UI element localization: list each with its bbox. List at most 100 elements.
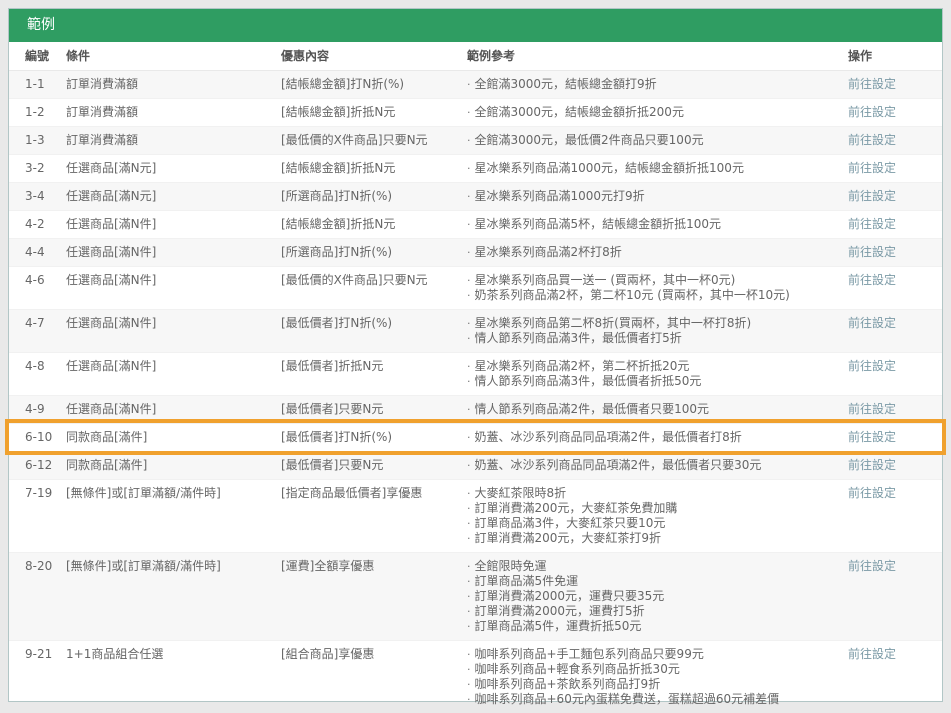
go-to-settings-link[interactable]: 前往設定	[848, 430, 896, 444]
go-to-settings-link[interactable]: 前往設定	[848, 105, 896, 119]
table-row: 7-19 [無條件]或[訂單滿額/滿件時] [指定商品最低價者]享優惠 ·大麥紅…	[9, 479, 942, 552]
promo-examples-panel: 範例 編號 條件 優惠內容 範例參考 操作 1-1 訂單消費滿額 [結帳總金額]…	[8, 8, 943, 702]
bullet-icon: ·	[467, 161, 471, 176]
content-cell: [組合商品]享優惠	[281, 647, 467, 707]
example-item: ·咖啡系列商品+60元內蛋糕免費送，蛋糕超過60元補差價	[467, 692, 838, 707]
table-row: 6-12 同款商品[滿件] [最低價者]只要N元 ·奶蓋、冰沙系列商品同品項滿2…	[9, 451, 942, 479]
content-cell: [所選商品]打N折(%)	[281, 189, 467, 204]
bullet-icon: ·	[467, 105, 471, 120]
row-id-cell: 4-6	[25, 273, 66, 303]
content-cell: [最低價者]只要N元	[281, 458, 467, 473]
go-to-settings-link[interactable]: 前往設定	[848, 647, 896, 661]
bullet-icon: ·	[467, 662, 471, 677]
example-list: ·星冰樂系列商品滿1000元打9折	[467, 189, 848, 204]
action-cell: 前往設定	[848, 430, 926, 445]
content-cell: [結帳總金額]折抵N元	[281, 161, 467, 176]
condition-cell: 訂單消費滿額	[66, 77, 281, 92]
condition-cell: 任選商品[滿N件]	[66, 402, 281, 417]
example-item: · 星冰樂系列商品滿1000元，結帳總金額折抵100元	[467, 161, 838, 176]
example-item: ·全館限時免運	[467, 559, 838, 574]
action-cell: 前往設定	[848, 458, 926, 473]
action-cell: 前往設定	[848, 486, 926, 546]
example-item: ·星冰樂系列商品第二杯8折(買兩杯，其中一杯打8折)	[467, 316, 838, 331]
go-to-settings-link[interactable]: 前往設定	[848, 217, 896, 231]
example-item: ·星冰樂系列商品滿1000元打9折	[467, 189, 838, 204]
bullet-icon: ·	[467, 516, 471, 531]
go-to-settings-link[interactable]: 前往設定	[848, 77, 896, 91]
example-item: ·訂單消費滿200元，大麥紅茶打9折	[467, 531, 838, 546]
table-row: 1-1 訂單消費滿額 [結帳總金額]打N折(%) ·全館滿3000元，結帳總金額…	[9, 71, 942, 98]
go-to-settings-link[interactable]: 前往設定	[848, 245, 896, 259]
example-item: · 大麥紅茶限時8折	[467, 486, 838, 501]
go-to-settings-link[interactable]: 前往設定	[848, 402, 896, 416]
example-text: 情人節系列商品滿3件，最低價者打5折	[475, 331, 682, 346]
row-id-cell: 4-9	[25, 402, 66, 417]
row-id-cell: 4-4	[25, 245, 66, 260]
row-id-cell: 4-8	[25, 359, 66, 389]
example-text: 星冰樂系列商品滿1000元，結帳總金額折抵100元	[475, 161, 744, 176]
example-text: 訂單消費滿200元，大麥紅茶免費加購	[475, 501, 678, 516]
content-cell: [所選商品]打N折(%)	[281, 245, 467, 260]
content-cell: [最低價者]折抵N元	[281, 359, 467, 389]
example-text: 咖啡系列商品+手工麵包系列商品只要99元	[475, 647, 704, 662]
table-row: 4-7 任選商品[滿N件] [最低價者]打N折(%) ·星冰樂系列商品第二杯8折…	[9, 309, 942, 352]
example-item: ·星冰樂系列商品買一送一 (買兩杯，其中一杯0元)	[467, 273, 838, 288]
condition-cell: 1+1商品組合任選	[66, 647, 281, 707]
content-cell: [指定商品最低價者]享優惠	[281, 486, 467, 546]
example-item: ·奶蓋、冰沙系列商品同品項滿2件，最低價者只要30元	[467, 458, 838, 473]
example-item: ·訂單消費滿2000元，運費打5折	[467, 604, 838, 619]
table-row: 1-2 訂單消費滿額 [結帳總金額]折抵N元 ·全館滿3000元，結帳總金額折抵…	[9, 98, 942, 126]
action-cell: 前往設定	[848, 559, 926, 634]
example-text: 訂單商品滿3件，大麥紅茶只要10元	[475, 516, 666, 531]
go-to-settings-link[interactable]: 前往設定	[848, 273, 896, 287]
action-cell: 前往設定	[848, 161, 926, 176]
example-item: ·星冰樂系列商品滿2杯，第二杯折抵20元	[467, 359, 838, 374]
page-title: 範例	[27, 17, 55, 33]
example-item: ·訂單消費滿2000元，運費只要35元	[467, 589, 838, 604]
table-body: 1-1 訂單消費滿額 [結帳總金額]打N折(%) ·全館滿3000元，結帳總金額…	[9, 71, 942, 713]
example-item: · 星冰樂系列商品滿2杯打8折	[467, 245, 838, 260]
example-text: 咖啡系列商品+茶飲系列商品打9折	[475, 677, 661, 692]
bullet-icon: ·	[467, 245, 471, 260]
column-header-id: 編號	[25, 49, 66, 63]
example-text: 奶蓋、冰沙系列商品同品項滿2件，最低價者打8折	[475, 430, 742, 445]
example-text: 全館滿3000元，最低價2件商品只要100元	[475, 133, 704, 148]
example-item: ·星冰樂系列商品滿5杯，結帳總金額折抵100元	[467, 217, 838, 232]
row-id-cell: 8-20	[25, 559, 66, 634]
table-row-highlighted: 6-10 同款商品[滿件] [最低價者]打N折(%) ·奶蓋、冰沙系列商品同品項…	[9, 423, 942, 451]
table-row: 3-4 任選商品[滿N元] [所選商品]打N折(%) ·星冰樂系列商品滿1000…	[9, 182, 942, 210]
go-to-settings-link[interactable]: 前往設定	[848, 486, 896, 500]
table-row: 8-20 [無條件]或[訂單滿額/滿件時] [運費]全額享優惠 ·全館限時免運·…	[9, 552, 942, 640]
example-text: 大麥紅茶限時8折	[475, 486, 567, 501]
table-row: 1-3 訂單消費滿額 [最低價的X件商品]只要N元 ·全館滿3000元，最低價2…	[9, 126, 942, 154]
example-text: 星冰樂系列商品滿2杯打8折	[475, 245, 622, 260]
go-to-settings-link[interactable]: 前往設定	[848, 316, 896, 330]
example-text: 全館滿3000元，結帳總金額打9折	[475, 77, 657, 92]
action-cell: 前往設定	[848, 316, 926, 346]
table-row: 4-4 任選商品[滿N件] [所選商品]打N折(%) ·星冰樂系列商品滿2杯打8…	[9, 238, 942, 266]
example-list: ·全館滿3000元，結帳總金額折抵200元	[467, 105, 848, 120]
bullet-icon: ·	[467, 359, 471, 374]
example-text: 訂單消費滿200元，大麥紅茶打9折	[475, 531, 662, 546]
go-to-settings-link[interactable]: 前往設定	[848, 458, 896, 472]
content-cell: [最低價的X件商品]只要N元	[281, 133, 467, 148]
action-cell: 前往設定	[848, 133, 926, 148]
action-cell: 前往設定	[848, 217, 926, 232]
action-cell: 前往設定	[848, 273, 926, 303]
go-to-settings-link[interactable]: 前往設定	[848, 559, 896, 573]
bullet-icon: ·	[467, 647, 471, 662]
example-text: 情人節系列商品滿2件，最低價者只要100元	[475, 402, 710, 417]
go-to-settings-link[interactable]: 前往設定	[848, 133, 896, 147]
row-id-cell: 7-19	[25, 486, 66, 546]
column-header-condition: 條件	[66, 49, 281, 63]
bullet-icon: ·	[467, 486, 471, 501]
go-to-settings-link[interactable]: 前往設定	[848, 359, 896, 373]
example-item: ·訂單商品滿5件免運	[467, 574, 838, 589]
action-cell: 前往設定	[848, 105, 926, 120]
content-cell: [最低價者]打N折(%)	[281, 316, 467, 346]
content-cell: [最低價者]只要N元	[281, 402, 467, 417]
go-to-settings-link[interactable]: 前往設定	[848, 161, 896, 175]
action-cell: 前往設定	[848, 402, 926, 417]
go-to-settings-link[interactable]: 前往設定	[848, 189, 896, 203]
bullet-icon: ·	[467, 133, 471, 148]
